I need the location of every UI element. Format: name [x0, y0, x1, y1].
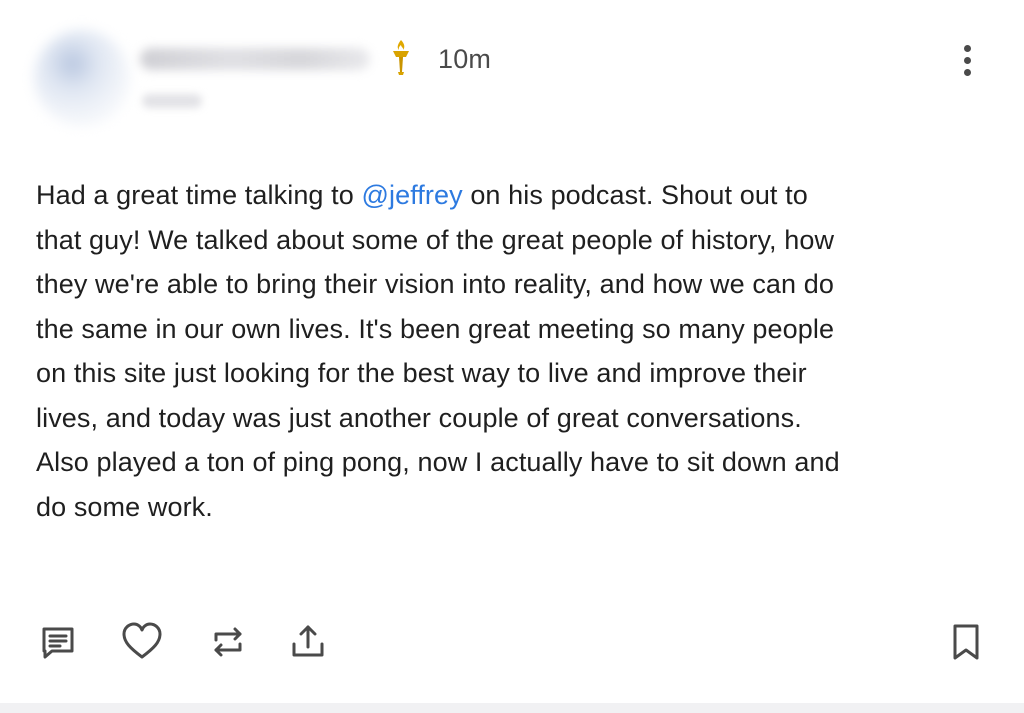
- more-vertical-icon: [963, 44, 971, 52]
- post-line: on this site just looking for the best w…: [36, 358, 807, 388]
- more-options-button[interactable]: [950, 38, 984, 82]
- like-button[interactable]: [120, 620, 164, 664]
- share-button[interactable]: [286, 620, 330, 664]
- username-blurred[interactable]: [140, 48, 370, 70]
- share-icon: [292, 625, 324, 657]
- heart-icon: [122, 622, 162, 659]
- avatar[interactable]: [34, 30, 130, 126]
- post-line: do some work.: [36, 491, 213, 522]
- post-line: Had a great time talking to @jeffrey on …: [36, 173, 996, 218]
- more-vertical-icon-dot: [963, 68, 971, 76]
- mention-link[interactable]: @jeffrey: [361, 180, 462, 210]
- divider: [0, 703, 1024, 713]
- post-line: they we're able to bring their vision in…: [36, 269, 834, 299]
- post-timestamp: 10m: [438, 44, 492, 74]
- post-line: that guy! We talked about some of the gr…: [36, 224, 835, 255]
- post-text: Had a great time talking to: [36, 180, 362, 210]
- post-card: 10m Had a great time talking to @jeffrey…: [0, 0, 1024, 713]
- handle-blurred: [142, 94, 202, 108]
- post-text: on his podcast. Shout out to: [462, 180, 808, 210]
- post-line: Also played a ton of ping pong, now I ac…: [36, 447, 840, 477]
- post-line: the same in our own lives. It's been gre…: [36, 313, 835, 344]
- repost-button[interactable]: [206, 620, 250, 664]
- repost-icon: [214, 627, 242, 657]
- comment-icon: [42, 627, 74, 659]
- bookmark-button[interactable]: [944, 620, 988, 664]
- post-body: Had a great time talking to @jeffrey on …: [36, 173, 996, 529]
- bookmark-icon: [953, 624, 979, 660]
- more-vertical-icon-dot: [963, 56, 971, 64]
- post-line: lives, and today was just another couple…: [36, 402, 802, 433]
- torch-icon: [393, 40, 409, 75]
- comment-button[interactable]: [36, 620, 80, 664]
